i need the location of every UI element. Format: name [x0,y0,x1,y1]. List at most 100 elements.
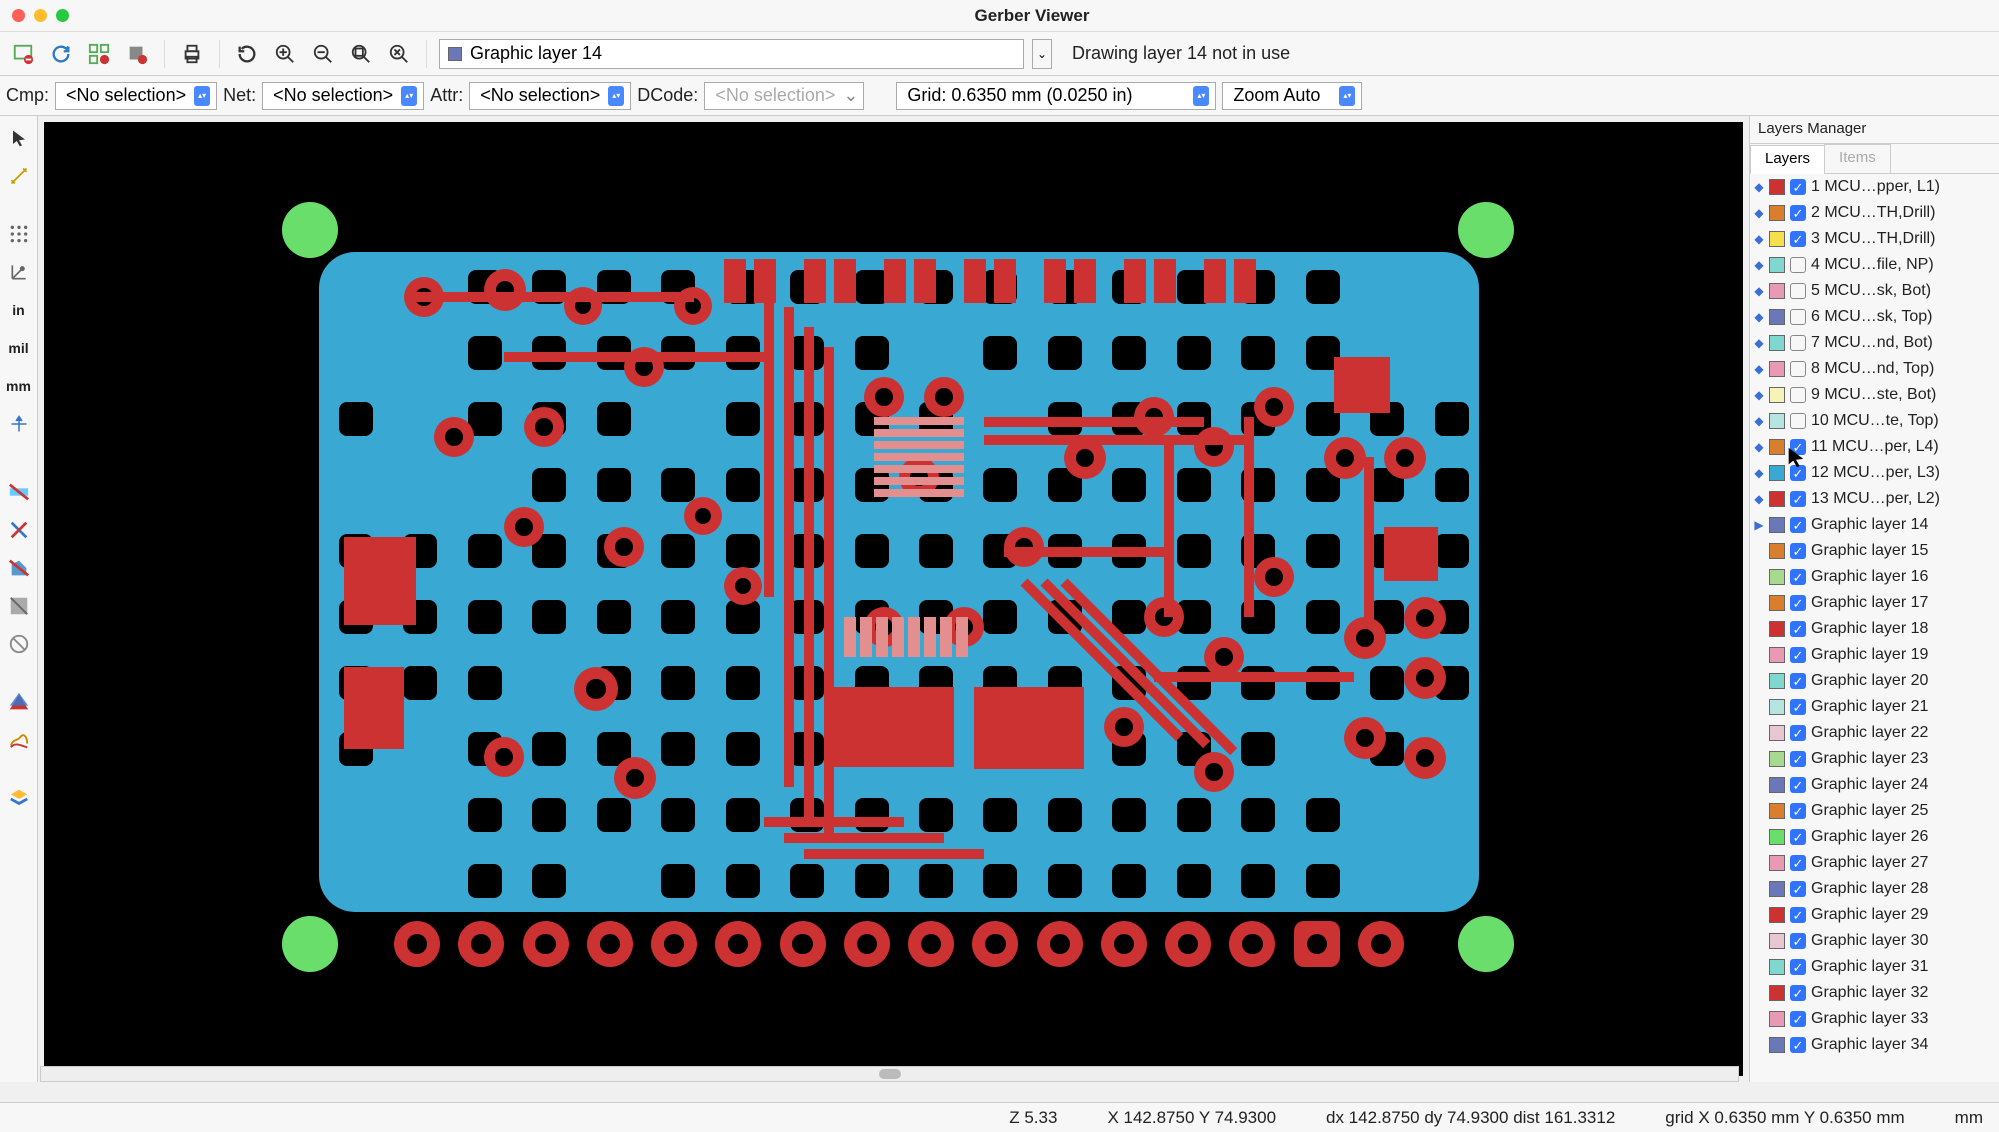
layer-color-swatch[interactable] [1769,881,1785,897]
layer-visibility-checkbox[interactable]: ✓ [1790,933,1806,949]
selection-tool-icon[interactable] [5,124,33,152]
layer-color-swatch[interactable] [1769,933,1785,949]
layer-color-swatch[interactable] [1769,959,1785,975]
layer-row[interactable]: ✓Graphic layer 28 [1750,876,1999,902]
layer-color-swatch[interactable] [1769,777,1785,793]
layer-color-swatch[interactable] [1769,257,1785,273]
cmp-select[interactable]: <No selection>▴▾ [55,82,217,110]
layer-visibility-checkbox[interactable]: ✓ [1790,751,1806,767]
layer-visibility-checkbox[interactable]: ✓ [1790,959,1806,975]
layer-visibility-checkbox[interactable]: ✓ [1790,1037,1806,1053]
negative-objects-icon[interactable] [5,592,33,620]
layer-row[interactable]: ✓Graphic layer 24 [1750,772,1999,798]
sketch-polygons-icon[interactable] [5,554,33,582]
layer-row[interactable]: ✓Graphic layer 18 [1750,616,1999,642]
layer-row[interactable]: ▶✓Graphic layer 14 [1750,512,1999,538]
layer-row[interactable]: ◆5 MCU…sk, Bot) [1750,278,1999,304]
layer-color-swatch[interactable] [1769,725,1785,741]
layer-color-swatch[interactable] [1769,205,1785,221]
unit-mils-button[interactable]: mil [5,334,33,362]
layer-row[interactable]: ◆✓12 MCU…per, L3) [1750,460,1999,486]
layer-color-swatch[interactable] [1769,1011,1785,1027]
layer-row[interactable]: ✓Graphic layer 17 [1750,590,1999,616]
layer-visibility-checkbox[interactable]: ✓ [1790,777,1806,793]
layer-row[interactable]: ✓Graphic layer 32 [1750,980,1999,1006]
polar-coord-icon[interactable] [5,258,33,286]
layer-visibility-checkbox[interactable]: ✓ [1790,543,1806,559]
zoom-in-icon[interactable] [270,39,300,69]
layer-color-swatch[interactable] [1769,1037,1785,1053]
layer-color-swatch[interactable] [1769,231,1785,247]
layer-color-swatch[interactable] [1769,985,1785,1001]
layer-visibility-checkbox[interactable]: ✓ [1790,803,1806,819]
redraw-icon[interactable] [232,39,262,69]
clear-all-icon[interactable] [84,39,114,69]
layer-visibility-checkbox[interactable] [1790,413,1806,429]
layer-visibility-checkbox[interactable]: ✓ [1790,673,1806,689]
layer-visibility-checkbox[interactable]: ✓ [1790,985,1806,1001]
unit-mm-button[interactable]: mm [5,372,33,400]
layer-visibility-checkbox[interactable] [1790,387,1806,403]
layers-manager-toggle-icon[interactable] [5,784,33,812]
layer-row[interactable]: ✓Graphic layer 20 [1750,668,1999,694]
layer-color-swatch[interactable] [1769,335,1785,351]
layer-visibility-checkbox[interactable]: ✓ [1790,595,1806,611]
clear-layer-icon[interactable] [8,39,38,69]
layer-row[interactable]: ◆7 MCU…nd, Bot) [1750,330,1999,356]
cursor-shape-icon[interactable] [5,410,33,438]
set-layer-icon[interactable] [122,39,152,69]
layer-visibility-checkbox[interactable] [1790,257,1806,273]
layer-row[interactable]: ✓Graphic layer 30 [1750,928,1999,954]
layer-visibility-checkbox[interactable] [1790,361,1806,377]
layer-color-swatch[interactable] [1769,647,1785,663]
layer-color-swatch[interactable] [1769,855,1785,871]
layer-row[interactable]: ✓Graphic layer 22 [1750,720,1999,746]
layer-color-swatch[interactable] [1769,283,1785,299]
layer-visibility-checkbox[interactable]: ✓ [1790,725,1806,741]
layer-color-swatch[interactable] [1769,543,1785,559]
layer-row[interactable]: ✓Graphic layer 31 [1750,954,1999,980]
layer-color-swatch[interactable] [1769,361,1785,377]
close-window-button[interactable] [12,9,25,22]
layer-visibility-checkbox[interactable]: ✓ [1790,881,1806,897]
layer-color-swatch[interactable] [1769,569,1785,585]
layer-row[interactable]: ✓Graphic layer 23 [1750,746,1999,772]
layer-row[interactable]: ◆✓11 MCU…per, L4) [1750,434,1999,460]
zoom-selection-icon[interactable] [384,39,414,69]
layer-row[interactable]: ✓Graphic layer 16 [1750,564,1999,590]
grid-select[interactable]: Grid: 0.6350 mm (0.0250 in)▴▾ [896,82,1216,110]
layer-visibility-checkbox[interactable]: ✓ [1790,829,1806,845]
layer-row[interactable]: ✓Graphic layer 26 [1750,824,1999,850]
layer-visibility-checkbox[interactable] [1790,309,1806,325]
layer-visibility-checkbox[interactable] [1790,283,1806,299]
layer-row[interactable]: ✓Graphic layer 15 [1750,538,1999,564]
diff-mode-icon[interactable] [5,688,33,716]
layer-visibility-checkbox[interactable]: ✓ [1790,569,1806,585]
high-contrast-icon[interactable] [5,726,33,754]
layer-row[interactable]: ◆10 MCU…te, Top) [1750,408,1999,434]
layer-visibility-checkbox[interactable]: ✓ [1790,621,1806,637]
print-icon[interactable] [177,39,207,69]
layer-visibility-checkbox[interactable]: ✓ [1790,465,1806,481]
attr-select[interactable]: <No selection>▴▾ [469,82,631,110]
layer-color-swatch[interactable] [1769,309,1785,325]
zoom-select[interactable]: Zoom Auto▴▾ [1222,82,1362,110]
layer-row[interactable]: ✓Graphic layer 27 [1750,850,1999,876]
layer-row[interactable]: ✓Graphic layer 29 [1750,902,1999,928]
reload-icon[interactable] [46,39,76,69]
layer-dropdown-button[interactable]: ⌄ [1032,39,1052,69]
tab-items[interactable]: Items [1824,144,1891,173]
layer-visibility-checkbox[interactable]: ✓ [1790,907,1806,923]
zoom-fit-icon[interactable] [346,39,376,69]
layer-visibility-checkbox[interactable]: ✓ [1790,517,1806,533]
minimize-window-button[interactable] [34,9,47,22]
layer-visibility-checkbox[interactable]: ✓ [1790,647,1806,663]
layer-row[interactable]: ◆✓2 MCU…TH,Drill) [1750,200,1999,226]
layer-color-swatch[interactable] [1769,907,1785,923]
layer-row[interactable]: ◆9 MCU…ste, Bot) [1750,382,1999,408]
layer-row[interactable]: ◆6 MCU…sk, Top) [1750,304,1999,330]
net-select[interactable]: <No selection>▴▾ [262,82,424,110]
layer-color-swatch[interactable] [1769,595,1785,611]
tab-layers[interactable]: Layers [1750,145,1825,174]
dcode-select[interactable]: <No selection>⌄ [704,82,864,110]
